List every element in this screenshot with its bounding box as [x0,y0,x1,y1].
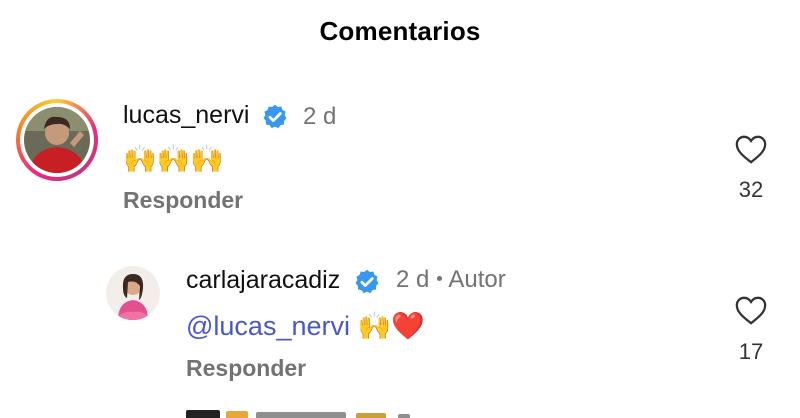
comment-text: @lucas_nervi 🙌❤️ [186,310,425,342]
avatar-story-ring[interactable] [16,99,98,181]
verified-badge-icon [263,104,287,129]
verified-badge-icon [355,269,379,294]
reply-button[interactable]: Responder [186,355,306,382]
mention-link[interactable]: @lucas_nervi [186,311,350,341]
comment-username[interactable]: lucas_nervi [123,101,249,130]
comment-username[interactable]: carlajaracadiz [186,266,340,295]
comment-text: 🙌🙌🙌 [123,144,224,174]
heart-outline-icon[interactable] [734,133,768,165]
comment-time: 2 d [303,103,337,130]
avatar[interactable] [106,266,160,320]
comment-meta: 2 d Autor [396,266,506,294]
like-count: 17 [738,339,764,364]
page-title: Comentarios [319,16,481,46]
separator-dot [437,276,443,282]
comment-time: 2 d [396,266,430,293]
author-badge: Autor [448,266,506,293]
like-count: 32 [738,177,764,202]
heart-outline-icon[interactable] [734,294,768,326]
avatar [24,107,90,173]
next-comment-cutoff [186,410,410,418]
reply-button[interactable]: Responder [123,187,243,214]
comment-emoji-text: 🙌❤️ [357,311,425,341]
